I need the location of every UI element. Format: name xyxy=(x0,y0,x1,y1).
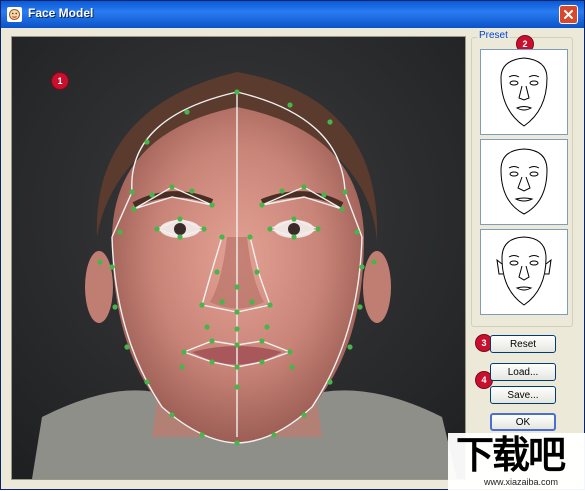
reset-button[interactable]: Reset xyxy=(490,335,556,353)
face-preset-1-icon xyxy=(500,57,548,127)
load-button[interactable]: Load... xyxy=(490,363,556,381)
face-photo xyxy=(12,37,465,479)
close-icon xyxy=(564,10,573,19)
preset-thumb-3[interactable] xyxy=(480,229,568,315)
close-button[interactable] xyxy=(559,5,578,24)
face-photo-area[interactable]: 1 xyxy=(11,36,466,480)
ok-button[interactable]: OK xyxy=(490,413,556,431)
watermark: 下载吧 www.xiazaiba.com xyxy=(448,433,585,491)
preset-thumb-2[interactable] xyxy=(480,139,568,225)
title-bar[interactable]: Face Model xyxy=(1,1,584,28)
preset-label: Preset xyxy=(477,30,510,41)
app-icon xyxy=(7,7,22,22)
watermark-url: www.xiazaiba.com xyxy=(484,477,559,487)
face-model-dialog: Face Model 1 Preset 2 3 Reset 4 Load... … xyxy=(0,0,585,491)
watermark-text: 下载吧 xyxy=(456,433,566,477)
window-title: Face Model xyxy=(28,6,94,20)
marker-1: 1 xyxy=(52,73,68,89)
save-button[interactable]: Save... xyxy=(490,386,556,404)
face-preset-2-icon xyxy=(500,148,548,215)
preset-thumb-1[interactable] xyxy=(480,49,568,135)
face-preset-3-icon xyxy=(496,236,552,306)
